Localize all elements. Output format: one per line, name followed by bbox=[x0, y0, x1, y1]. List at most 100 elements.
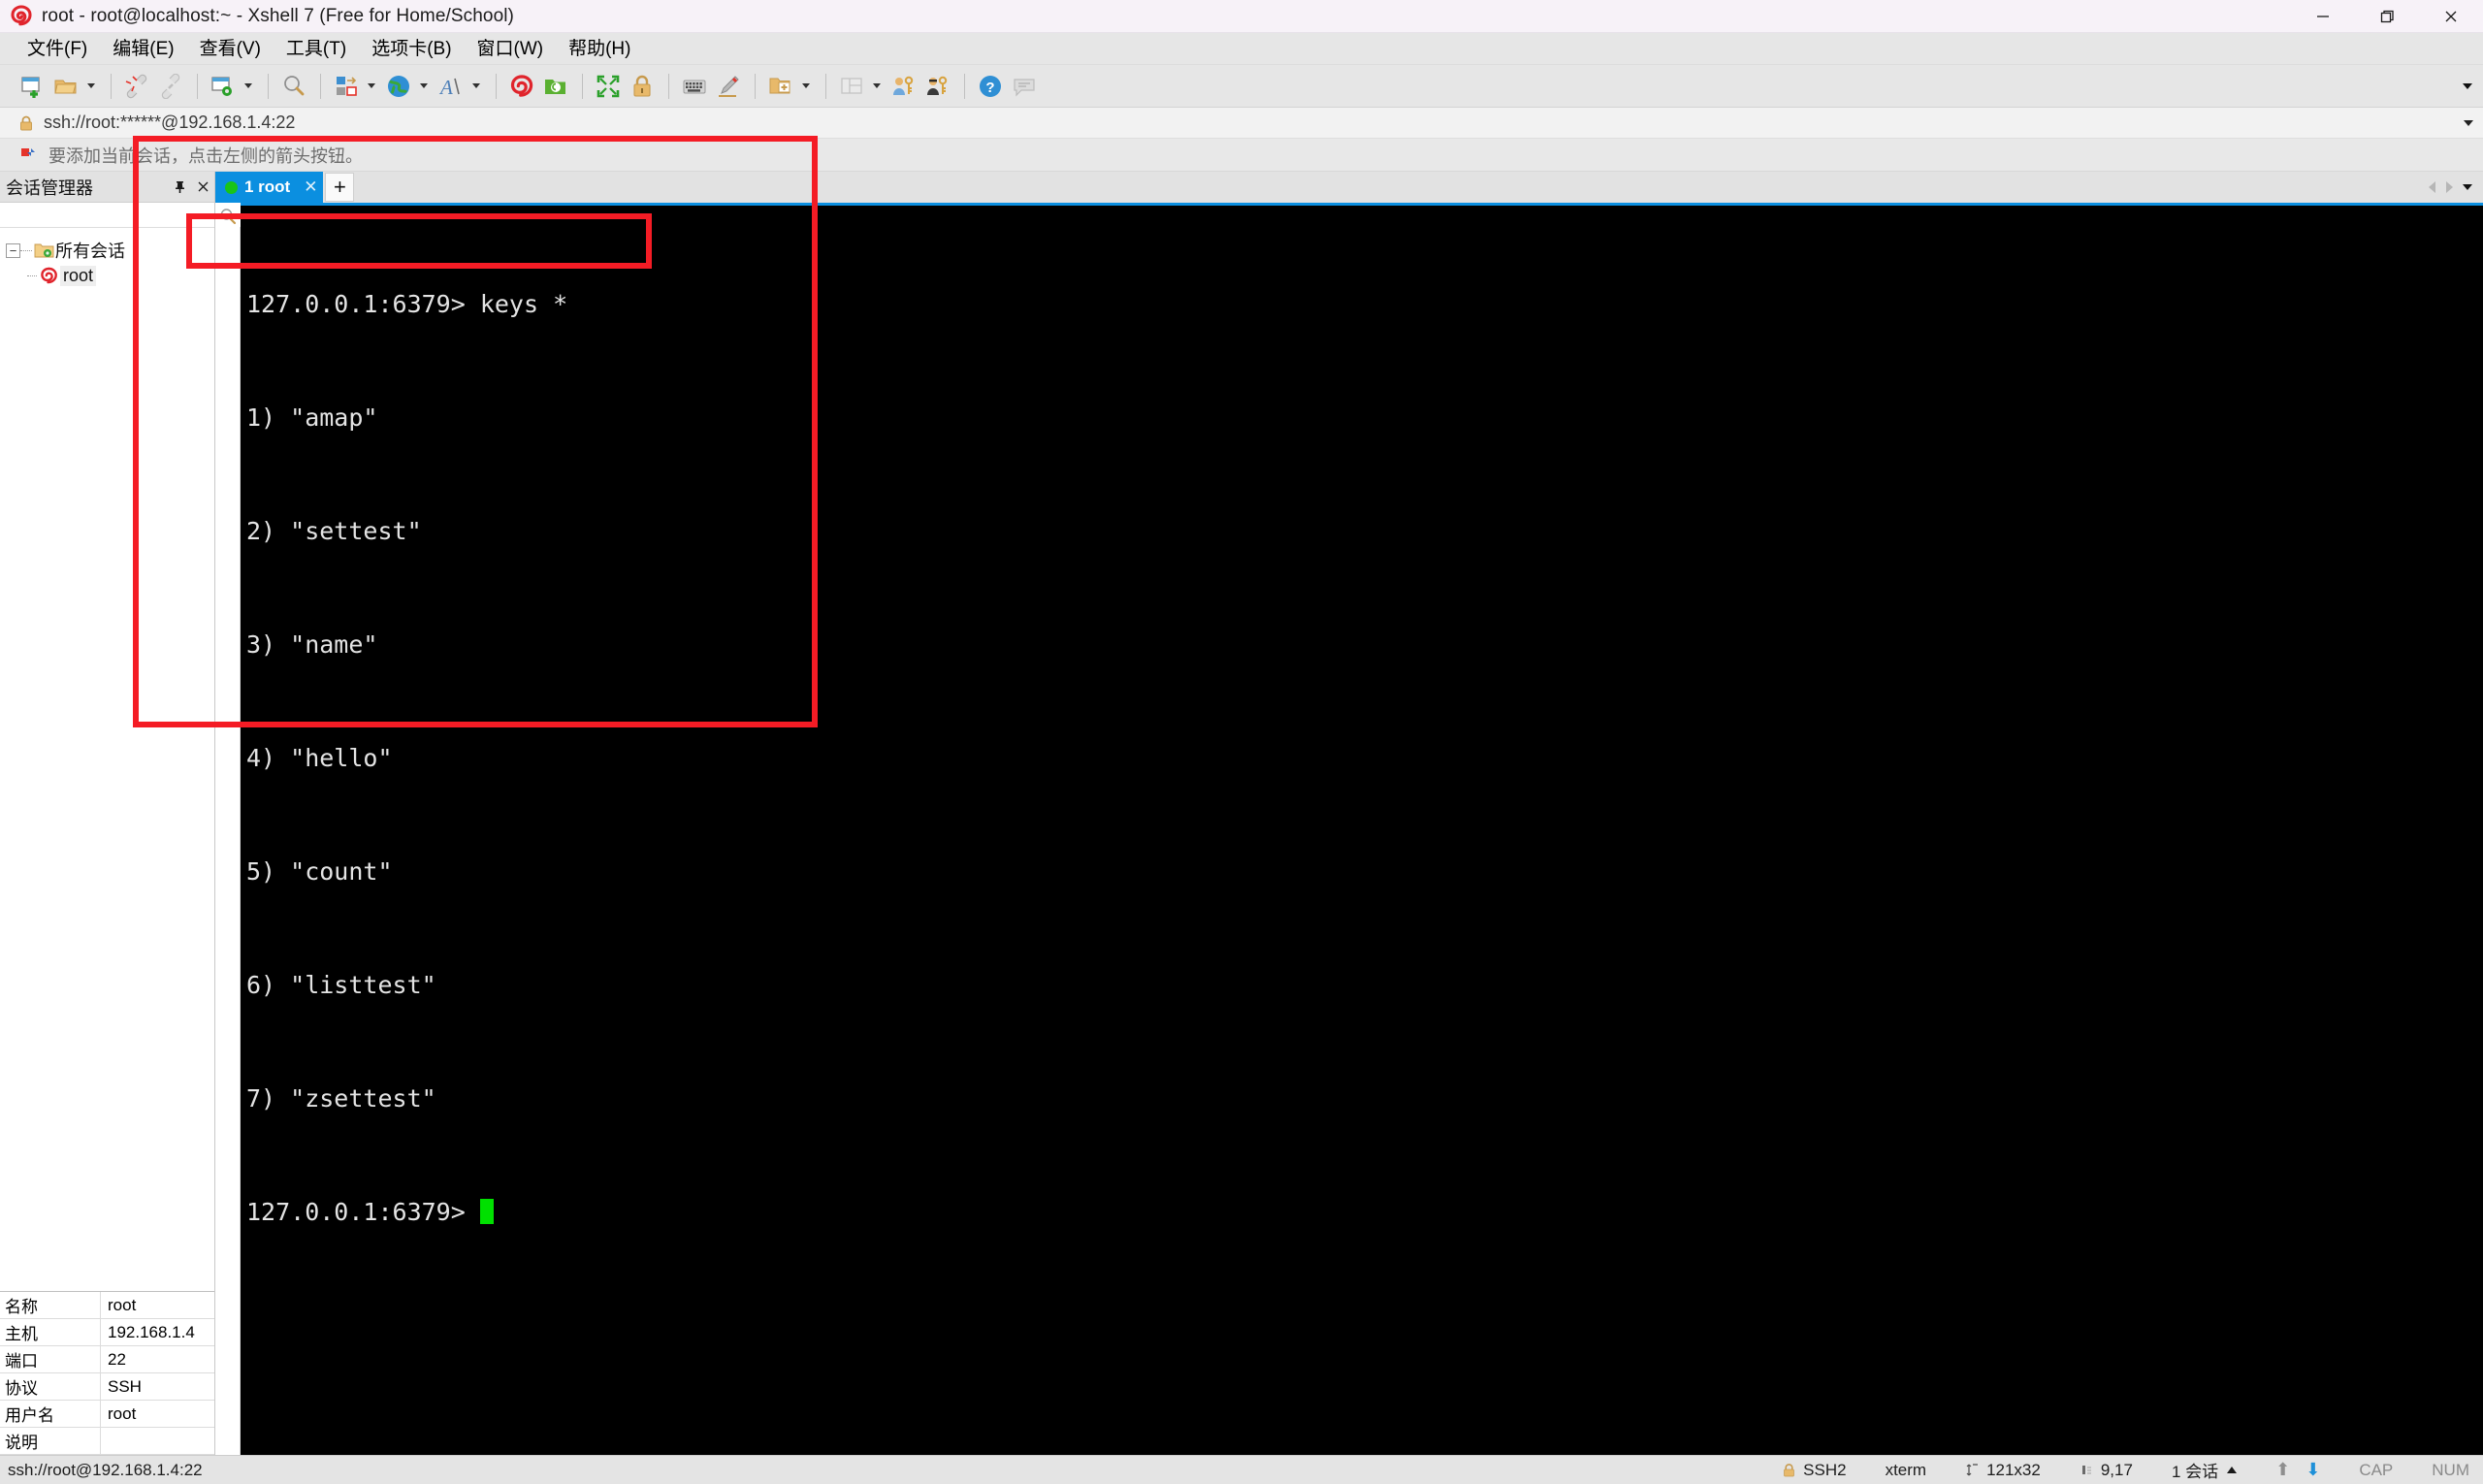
session-manager-toolbar bbox=[0, 203, 214, 228]
resize-icon bbox=[1965, 1463, 1980, 1477]
block-cursor bbox=[479, 1199, 494, 1224]
prop-value-username: root bbox=[108, 1403, 137, 1423]
status-bar: ssh://root@192.168.1.4:22 SSH2 xterm 121… bbox=[0, 1455, 2483, 1484]
terminal-column: 1 root ✕ + 127.0.0.1:6379> keys * 1) "am… bbox=[215, 172, 2483, 1455]
session-properties-table: 名称 root 主机 192.168.1.4 端口 22 协议 SSH 用户名 bbox=[0, 1291, 214, 1455]
table-row: 端口 22 bbox=[0, 1346, 214, 1373]
close-icon[interactable] bbox=[191, 176, 214, 199]
font-caret[interactable] bbox=[468, 70, 483, 103]
toolbar-separator bbox=[964, 73, 965, 99]
status-sessions[interactable]: 1 会话 bbox=[2152, 1458, 2256, 1482]
admin-key-icon[interactable] bbox=[921, 70, 954, 103]
find-icon[interactable] bbox=[277, 70, 310, 103]
disconnect-icon[interactable] bbox=[120, 70, 153, 103]
menu-edit[interactable]: 编辑(E) bbox=[103, 37, 183, 61]
pin-icon[interactable] bbox=[168, 176, 191, 199]
sessions-caret-icon[interactable] bbox=[2227, 1467, 2238, 1473]
highlight-icon[interactable] bbox=[712, 70, 745, 103]
terminal-line: 3) "name" bbox=[246, 630, 378, 659]
split-view-icon[interactable] bbox=[835, 70, 868, 103]
menu-file[interactable]: 文件(F) bbox=[17, 37, 97, 61]
status-caps-lock: CAP bbox=[2359, 1460, 2394, 1479]
tab-strip-controls bbox=[2423, 172, 2483, 203]
prop-value-port: 22 bbox=[108, 1349, 126, 1369]
session-manager-header-buttons bbox=[168, 176, 214, 199]
title-bar: root - root@localhost:~ - Xshell 7 (Free… bbox=[0, 0, 2483, 33]
font-icon[interactable]: A bbox=[435, 70, 468, 103]
toolbar-overflow-caret[interactable] bbox=[2460, 77, 2475, 96]
keyboard-icon[interactable] bbox=[678, 70, 711, 103]
address-input[interactable]: ssh://root:******@192.168.1.4:22 bbox=[44, 113, 295, 133]
reconnect-icon[interactable] bbox=[154, 70, 187, 103]
tree-label-root: root bbox=[60, 265, 97, 286]
prop-key-description: 说明 bbox=[0, 1428, 101, 1454]
prop-value-protocol: SSH bbox=[108, 1376, 142, 1396]
tab-root[interactable]: 1 root ✕ bbox=[215, 172, 324, 203]
terminal-prompt-line: 127.0.0.1:6379> bbox=[246, 1193, 2483, 1231]
tab-strip: 1 root ✕ + bbox=[215, 172, 2483, 203]
comment-icon[interactable] bbox=[1008, 70, 1041, 103]
xshell-session-icon bbox=[37, 267, 60, 285]
new-folder-icon[interactable] bbox=[764, 70, 797, 103]
arrow-flag-icon bbox=[19, 146, 39, 164]
menu-tabs[interactable]: 选项卡(B) bbox=[362, 37, 461, 61]
menu-window[interactable]: 窗口(W) bbox=[468, 37, 554, 61]
xshell-icon[interactable] bbox=[505, 70, 538, 103]
find-icon[interactable] bbox=[217, 206, 239, 227]
globe-caret[interactable] bbox=[416, 70, 431, 103]
address-dropdown-caret[interactable] bbox=[2464, 119, 2473, 126]
prop-value-host: 192.168.1.4 bbox=[108, 1322, 195, 1341]
table-row: 用户名 root bbox=[0, 1401, 214, 1428]
close-button[interactable] bbox=[2419, 0, 2483, 33]
status-cursor-position-label: 9,17 bbox=[2100, 1460, 2133, 1479]
fullscreen-icon[interactable] bbox=[592, 70, 625, 103]
tree-node-all-sessions[interactable]: − 所有会话 bbox=[0, 238, 214, 263]
address-bar[interactable]: ssh://root:******@192.168.1.4:22 bbox=[0, 108, 2483, 139]
menu-tools[interactable]: 工具(T) bbox=[276, 37, 356, 61]
toolbar-separator bbox=[496, 73, 497, 99]
tree-collapse-toggle[interactable]: − bbox=[6, 242, 20, 258]
tree-node-root[interactable]: root bbox=[0, 263, 214, 288]
new-tab-button[interactable]: + bbox=[325, 173, 355, 202]
menu-help[interactable]: 帮助(H) bbox=[559, 37, 640, 61]
xftp-icon[interactable] bbox=[539, 70, 572, 103]
folder-sessions-icon bbox=[32, 242, 55, 260]
tab-label: 1 root bbox=[244, 177, 291, 196]
terminal-output[interactable]: 127.0.0.1:6379> keys * 1) "amap" 2) "set… bbox=[241, 203, 2483, 1455]
table-row: 名称 root bbox=[0, 1292, 214, 1319]
globe-icon[interactable] bbox=[382, 70, 415, 103]
user-key-icon[interactable] bbox=[887, 70, 920, 103]
lock-icon[interactable] bbox=[626, 70, 659, 103]
maximize-button[interactable] bbox=[2355, 0, 2419, 33]
tab-close-icon[interactable]: ✕ bbox=[304, 177, 317, 197]
minimize-button[interactable] bbox=[2291, 0, 2355, 33]
terminal-line: 7) "zsettest" bbox=[246, 1084, 436, 1113]
session-properties-icon[interactable] bbox=[207, 70, 240, 103]
toolbar: A ? bbox=[0, 65, 2483, 108]
terminal-gutter bbox=[215, 203, 241, 1455]
terminal-line: 5) "count" bbox=[246, 857, 393, 886]
tab-scroll-right-icon[interactable] bbox=[2440, 174, 2458, 201]
hint-bar: 要添加当前会话，点击左侧的箭头按钮。 bbox=[0, 139, 2483, 172]
menu-view[interactable]: 查看(V) bbox=[190, 37, 271, 61]
split-view-caret[interactable] bbox=[869, 70, 884, 103]
session-manager-title: 会话管理器 bbox=[6, 177, 93, 198]
session-properties-caret[interactable] bbox=[241, 70, 255, 103]
new-folder-caret[interactable] bbox=[798, 70, 813, 103]
new-session-icon[interactable] bbox=[16, 70, 48, 103]
status-cursor-position: 9,17 bbox=[2060, 1461, 2152, 1480]
tree-connector bbox=[27, 274, 37, 276]
tab-list-caret[interactable] bbox=[2458, 174, 2477, 201]
tree-connector bbox=[20, 249, 32, 251]
open-folder-caret[interactable] bbox=[83, 70, 98, 103]
help-icon[interactable]: ? bbox=[974, 70, 1007, 103]
lock-icon bbox=[1782, 1463, 1796, 1478]
status-protocol: SSH2 bbox=[1762, 1461, 1865, 1480]
tab-scroll-left-icon[interactable] bbox=[2423, 174, 2440, 201]
layout-transfer-icon[interactable] bbox=[330, 70, 363, 103]
open-folder-icon[interactable] bbox=[49, 70, 82, 103]
main-body: 会话管理器 − 所有会话 root 名称 root 主机 192.168.1.4… bbox=[0, 172, 2483, 1455]
prop-value-description bbox=[101, 1428, 214, 1454]
layout-transfer-caret[interactable] bbox=[364, 70, 378, 103]
toolbar-separator bbox=[755, 73, 756, 99]
